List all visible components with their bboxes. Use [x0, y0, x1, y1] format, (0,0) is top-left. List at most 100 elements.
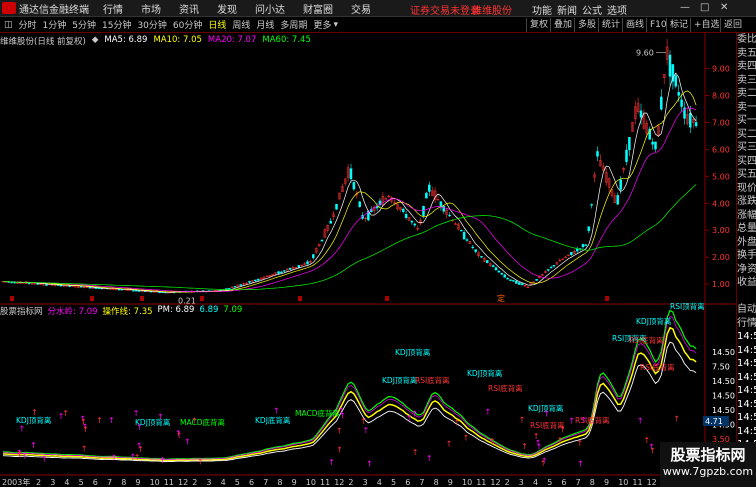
candle-body: [515, 280, 518, 284]
tab-15min[interactable]: 15分钟: [102, 18, 131, 31]
panel-toggle-icon[interactable]: ◫: [4, 20, 13, 30]
candle-body: [132, 290, 135, 292]
candle-body: [596, 151, 599, 157]
candle-body: [138, 290, 141, 292]
menu-gongneng[interactable]: 功能: [532, 2, 552, 17]
candle-body: [306, 261, 309, 265]
x-axis-label: 3: [50, 478, 55, 487]
candle-body: [36, 283, 40, 285]
menu-zixun[interactable]: 资讯: [179, 1, 199, 16]
event-marker: [140, 296, 144, 301]
duogu-button[interactable]: 多股: [574, 18, 599, 32]
side-panel-item: 卖一: [737, 101, 756, 113]
tab-weekly[interactable]: 周线: [232, 18, 250, 31]
login-status[interactable]: 证券交易未登录: [410, 2, 480, 17]
signal-arrow: ↑: [581, 416, 588, 425]
maximize-icon[interactable]: □: [700, 2, 709, 13]
x-axis-label: 2: [505, 478, 510, 487]
indicator-line: [2, 309, 697, 460]
menu-xinwen[interactable]: 新闻: [557, 2, 577, 17]
candle-body: [546, 269, 550, 271]
menu-caifuquan[interactable]: 财富圈: [303, 1, 333, 16]
diejia-button[interactable]: 叠加: [550, 18, 575, 32]
tab-multi-period[interactable]: 多周期: [280, 18, 307, 31]
x-axis-label: 9: [135, 478, 140, 487]
side-panel-item: 委比: [737, 34, 756, 45]
fuquan-button[interactable]: 复权: [526, 18, 551, 32]
menu-wenxiaoda[interactable]: 问小达: [255, 1, 285, 16]
tab-daily[interactable]: 日线: [208, 18, 226, 31]
signal-arrow: ↑: [273, 406, 280, 415]
tab-monthly[interactable]: 月线: [256, 18, 274, 31]
tab-5min[interactable]: 5分钟: [72, 18, 96, 31]
candle-body: [584, 244, 588, 246]
signal-arrow: ↑: [446, 439, 453, 448]
menu-xuanxiang[interactable]: 选项: [607, 2, 627, 17]
chevron-down-icon[interactable]: ▾: [333, 20, 338, 30]
candle-body: [654, 141, 657, 150]
huaxian-button[interactable]: 画线: [622, 18, 647, 32]
watermark-title: 股票指标网: [670, 446, 746, 464]
candle-body: [329, 220, 332, 224]
ma60-value: MA60: 7.45: [262, 35, 311, 45]
candle-body: [474, 249, 477, 252]
add-watchlist-button[interactable]: +自选: [690, 18, 723, 32]
signal-label: RSI底背离: [415, 375, 450, 385]
site-watermark: 股票指标网 www.7gpzb.com: [660, 442, 756, 487]
price-chart[interactable]: 9.00 8.00 7.00 6.00 5.00 4.00 3.00 2.00 1.00 14.…: [0, 33, 736, 487]
x-axis-label: 4: [377, 478, 382, 487]
side-panel-item: 14:5: [737, 425, 756, 437]
x-axis-label: 10: [306, 478, 316, 487]
tab-more[interactable]: 更多: [313, 18, 331, 31]
close-icon[interactable]: ✕: [720, 2, 728, 13]
tongji-button[interactable]: 统计: [598, 18, 623, 32]
tab-fenshi[interactable]: 分时: [19, 18, 37, 31]
x-axis-label: 6: [405, 478, 410, 487]
ma10-value: MA10: 7.05: [153, 35, 202, 45]
x-axis-label: 2: [192, 478, 197, 487]
candle-body: [535, 279, 538, 281]
event-marker: [385, 296, 389, 301]
x-axis-label: 4: [221, 478, 226, 487]
indicator-line: [2, 341, 697, 463]
tab-60min[interactable]: 60分钟: [173, 18, 202, 31]
tab-30min[interactable]: 30分钟: [137, 18, 166, 31]
candle-body: [288, 267, 292, 270]
side-panel-item: 14:5: [737, 412, 756, 423]
biaoji-button[interactable]: 标记: [666, 18, 691, 32]
settings-icon[interactable]: ◆: [92, 35, 99, 47]
ma20-value: MA20: 7.07: [207, 35, 257, 45]
signal-arrow: ↑: [536, 443, 543, 452]
signal-arrow: ↑: [136, 442, 143, 451]
x-axis-label: 5: [79, 478, 84, 487]
signal-arrow: ↑: [412, 448, 419, 457]
candle-body: [459, 230, 463, 232]
x-axis-label: 8: [590, 478, 595, 487]
signal-arrow: ↑: [134, 453, 141, 462]
x-axis-label: 7: [107, 478, 112, 487]
x-axis-label: 5: [235, 478, 240, 487]
menu-shichang[interactable]: 市场: [141, 1, 161, 16]
menu-gongshi[interactable]: 公式: [582, 2, 602, 17]
candle-body: [575, 248, 579, 252]
candle-body: [480, 256, 483, 258]
quote-side-panel: 委比 卖五 卖四 卖三 卖二 卖一 买一 买二 买三 买四 买五 现价 涨跌 涨幅 总量 外盘 换手 净资 收益 自动…: [736, 33, 756, 487]
candle-body: [549, 266, 553, 269]
candle-body: [404, 213, 408, 218]
candle-body: [254, 279, 257, 282]
back-button[interactable]: 返回: [720, 18, 745, 32]
czx-value: 操作线: 7.35: [102, 307, 153, 317]
event-marker: [10, 296, 14, 301]
tab-1min[interactable]: 1分钟: [43, 18, 67, 31]
minimize-icon[interactable]: —: [680, 2, 690, 13]
menu-faxian[interactable]: 发现: [217, 1, 237, 16]
candle-body: [520, 283, 524, 286]
indicator-axis-label: 14.50: [712, 406, 735, 415]
candle-body: [517, 282, 521, 285]
ma5-value: MA5: 6.89: [104, 35, 148, 45]
indicator-axis-label: 14.50: [712, 392, 735, 401]
event-marker: [90, 296, 94, 301]
indicator-legend: 股票指标网 分水岭: 7.09 操作线: 7.35 PM: 6.89 6.89 …: [0, 305, 247, 317]
menu-jiaoyi[interactable]: 交易: [351, 1, 371, 16]
menu-hangqing[interactable]: 行情: [103, 1, 123, 16]
